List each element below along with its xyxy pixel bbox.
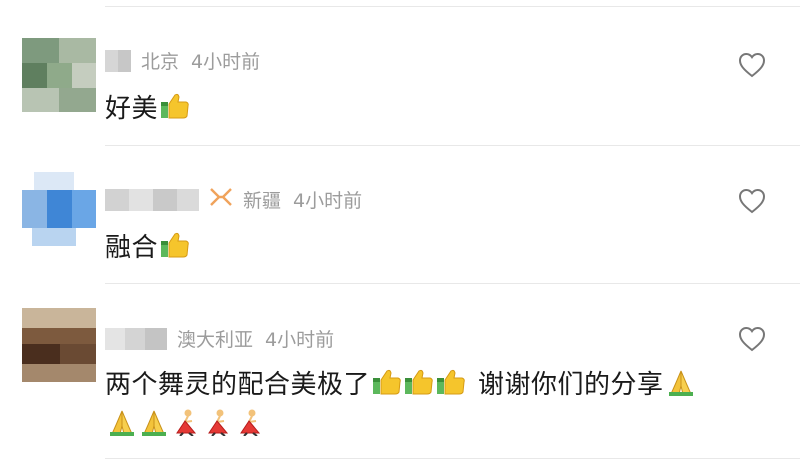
thumbs-up-icon [404,368,434,403]
ribbon-badge-icon [209,186,233,213]
comment-location: 北京 [141,51,180,73]
comment-time: 4小时前 [191,51,261,73]
comment-location: 新疆 [243,190,282,212]
comment-text-content: 融合 [105,233,159,263]
comment-meta: 澳大利亚 4小时前 [105,325,334,352]
dancer-icon [171,408,201,443]
comment-text: 两个舞灵的配合美极了 谢谢你们的分享 [105,364,696,403]
thumbs-up-icon [160,92,190,127]
comment-meta: 新疆 4小时前 [105,186,362,213]
folded-hands-icon [666,368,696,403]
comment-location: 澳大利亚 [177,329,254,351]
thumbs-up-icon [160,231,190,266]
like-heart-icon[interactable] [738,326,766,352]
divider-top [105,6,800,7]
thumbs-up-icon [436,368,466,403]
dancer-icon [203,408,233,443]
folded-hands-icon [139,408,169,443]
comment-text-content-2: 谢谢你们的分享 [478,370,664,400]
like-heart-icon[interactable] [738,188,766,214]
divider-bottom [105,458,800,459]
comment-text: 好美 [105,88,190,127]
comment-time: 4小时前 [293,190,363,212]
comment-text: 融合 [105,227,190,266]
avatar[interactable] [22,308,96,382]
comment-text-content: 两个舞灵的配合美极了 [105,370,371,400]
divider [105,145,800,146]
username-blurred[interactable] [105,49,131,72]
comment-meta: 北京 4小时前 [105,47,260,74]
comment-emoji-line [105,408,265,443]
comment-text-content: 好美 [105,94,159,124]
avatar[interactable] [22,172,96,246]
comment-time: 4小时前 [265,329,335,351]
username-blurred[interactable] [105,188,199,211]
dancer-icon [235,408,265,443]
folded-hands-icon [107,408,137,443]
divider [105,283,800,284]
username-blurred[interactable] [105,327,167,350]
avatar[interactable] [22,38,96,112]
like-heart-icon[interactable] [738,52,766,78]
thumbs-up-icon [372,368,402,403]
